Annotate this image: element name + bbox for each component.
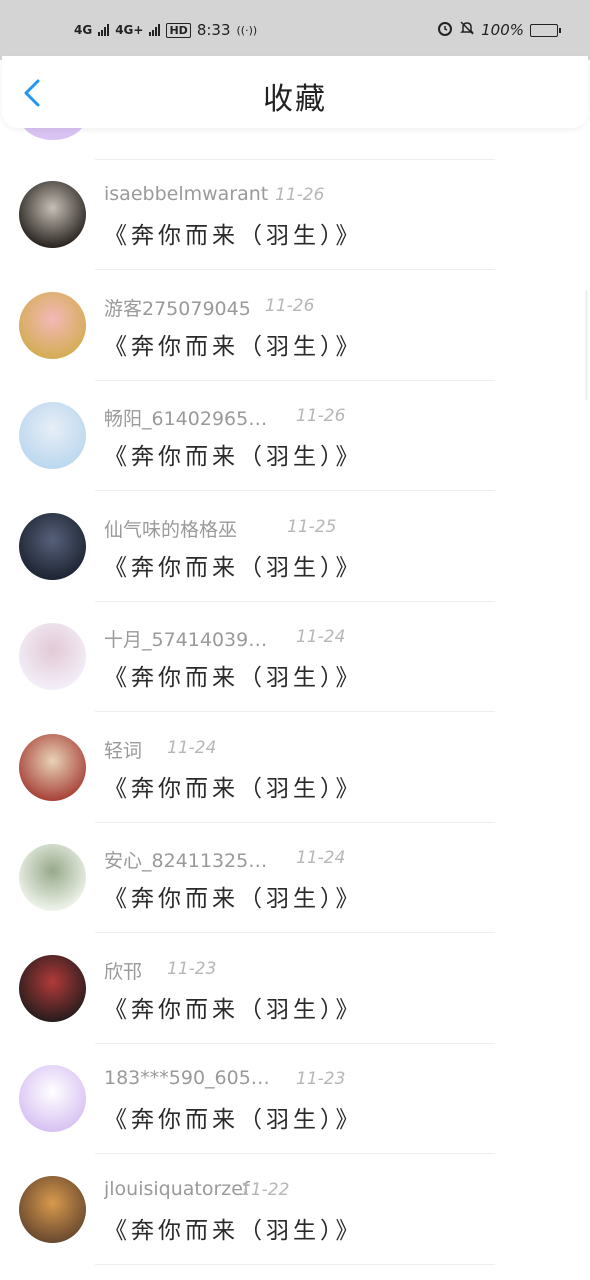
list-item[interactable]: 游客275079045 11-26 《奔你而来（羽生）》 — [0, 271, 590, 381]
user-name: 欣邗 — [104, 960, 143, 983]
song-title: 《奔你而来（羽生）》 — [104, 444, 363, 470]
item-date: 11-26 — [296, 406, 346, 426]
list-item[interactable]: 183***590_605… 11-23 《奔你而来（羽生）》 — [0, 1044, 590, 1154]
song-title: 《奔你而来（羽生）》 — [104, 775, 363, 802]
list-item[interactable]: 欣邗 11-23 《奔你而来（羽生）》 — [0, 934, 590, 1044]
song-title: 《奔你而来（羽生）》 — [104, 1217, 363, 1244]
user-name: jlouisiquatorzef — [104, 1177, 250, 1200]
list-item[interactable]: 安心_82411325… 11-24 《奔你而来（羽生）》 — [0, 823, 590, 933]
item-date: 11-26 — [275, 185, 325, 205]
user-name: 安心_82411325… — [104, 850, 268, 872]
partial-list-item — [0, 128, 590, 160]
song-title: 《奔你而来（羽生）》 — [104, 1107, 363, 1133]
avatar — [20, 128, 86, 140]
user-name: isaebbelmwarant — [104, 183, 269, 205]
song-title: 《奔你而来（羽生）》 — [104, 886, 363, 912]
user-name: 畅阳_61402965… — [104, 408, 268, 430]
battery-icon — [530, 23, 561, 37]
network-label-2: 4G+ — [115, 23, 144, 37]
avatar[interactable] — [19, 1175, 86, 1243]
user-name: 轻词 — [104, 739, 143, 762]
page-title: 收藏 — [263, 82, 327, 117]
avatar[interactable] — [19, 291, 86, 359]
user-name: 十月_57414039… — [104, 629, 268, 651]
list-item[interactable]: 畅阳_61402965… 11-26 《奔你而来（羽生）》 — [0, 381, 590, 491]
signal-icon — [149, 24, 161, 36]
status-left: 4G 4G+ HD 8:33 ((·)) — [74, 21, 257, 39]
avatar[interactable] — [19, 181, 86, 248]
list-item[interactable]: 十月_57414039… 11-24 《奔你而来（羽生）》 — [0, 602, 590, 712]
list-item[interactable]: jlouisiquatorzef 11-22 《奔你而来（羽生）》 — [0, 1155, 590, 1265]
song-title: 《奔你而来（羽生）》 — [104, 665, 363, 691]
user-name: 仙气味的格格巫 — [104, 518, 238, 541]
item-date: 11-23 — [296, 1069, 346, 1089]
avatar[interactable] — [19, 402, 86, 469]
avatar[interactable] — [19, 1065, 86, 1132]
item-date: 11-25 — [287, 516, 337, 537]
item-date: 11-22 — [240, 1179, 290, 1200]
avatar[interactable] — [19, 623, 86, 690]
avatar[interactable] — [19, 512, 86, 580]
item-date: 11-24 — [167, 737, 217, 758]
item-date: 11-24 — [296, 848, 346, 868]
item-date: 11-23 — [167, 958, 217, 979]
list-item[interactable]: 轻词 11-24 《奔你而来（羽生）》 — [0, 713, 590, 823]
clock: 8:33 — [196, 21, 231, 39]
status-right: 100% — [437, 20, 561, 40]
song-title: 《奔你而来（羽生）》 — [104, 223, 363, 249]
hd-icon: HD — [166, 22, 191, 38]
page-header: 收藏 — [2, 56, 588, 128]
divider — [95, 1263, 495, 1265]
user-name: 183***590_605… — [104, 1067, 270, 1089]
item-date: 11-24 — [296, 627, 346, 647]
list-item[interactable]: isaebbelmwarant 11-26 《奔你而来（羽生）》 — [0, 160, 590, 270]
battery-level: 100% — [481, 21, 524, 39]
avatar[interactable] — [19, 844, 86, 911]
hotspot-icon: ((·)) — [236, 23, 258, 37]
network-label-1: 4G — [74, 23, 93, 37]
status-bar: 4G 4G+ HD 8:33 ((·)) 100% — [0, 0, 590, 60]
song-title: 《奔你而来（羽生）》 — [104, 554, 363, 581]
song-title: 《奔你而来（羽生）》 — [104, 333, 363, 360]
avatar[interactable] — [19, 954, 86, 1022]
song-title: 《奔你而来（羽生）》 — [104, 996, 363, 1023]
list-item[interactable]: 仙气味的格格巫 11-25 《奔你而来（羽生）》 — [0, 492, 590, 602]
user-name: 游客275079045 — [104, 297, 251, 320]
avatar[interactable] — [19, 733, 86, 801]
item-date: 11-26 — [265, 295, 315, 316]
mute-icon — [459, 20, 475, 40]
alarm-icon — [437, 20, 453, 40]
signal-icon — [98, 24, 110, 36]
